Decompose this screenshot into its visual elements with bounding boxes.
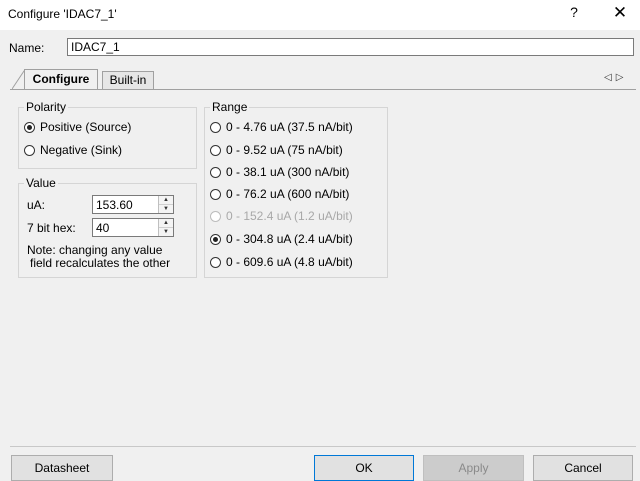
range-option-1[interactable]: 0 - 4.76 uA (37.5 nA/bit) (210, 120, 353, 134)
arrow-left-icon[interactable]: ◁ (604, 72, 616, 83)
hex-stepper[interactable]: ▲ ▼ (92, 218, 174, 237)
cancel-button[interactable]: Cancel (533, 455, 633, 481)
polarity-group (18, 107, 197, 169)
range-option-label: 0 - 304.8 uA (2.4 uA/bit) (226, 232, 353, 246)
radio-unselected[interactable] (210, 166, 221, 178)
spin-up-icon[interactable]: ▲ (159, 219, 173, 228)
range-option-label: 0 - 152.4 uA (1.2 uA/bit) (226, 209, 353, 223)
close-icon[interactable]: ✕ (609, 3, 631, 25)
radio-selected[interactable] (210, 233, 221, 245)
ok-button[interactable]: OK (314, 455, 414, 481)
range-option-6[interactable]: 0 - 304.8 uA (2.4 uA/bit) (210, 232, 353, 246)
radio-selected[interactable] (24, 121, 35, 133)
apply-button[interactable]: Apply (423, 455, 524, 481)
range-option-5-disabled: 0 - 152.4 uA (1.2 uA/bit) (210, 209, 353, 223)
range-option-7[interactable]: 0 - 609.6 uA (4.8 uA/bit) (210, 255, 353, 269)
spin-down-icon[interactable]: ▼ (159, 205, 173, 213)
value-legend: Value (24, 176, 58, 190)
name-label: Name: (9, 41, 45, 55)
datasheet-button[interactable]: Datasheet (11, 455, 113, 481)
hex-input[interactable] (93, 219, 158, 236)
range-option-label: 0 - 609.6 uA (4.8 uA/bit) (226, 255, 353, 269)
radio-unselected[interactable] (24, 144, 35, 156)
ua-stepper[interactable]: ▲ ▼ (92, 195, 174, 214)
range-legend: Range (210, 100, 250, 114)
hex-spin-buttons[interactable]: ▲ ▼ (158, 219, 173, 236)
polarity-legend: Polarity (24, 100, 69, 114)
bottom-separator (10, 446, 636, 447)
range-option-2[interactable]: 0 - 9.52 uA (75 nA/bit) (210, 143, 343, 157)
tab-scroll-arrows[interactable]: ◁▷ (604, 72, 627, 83)
arrow-right-icon[interactable]: ▷ (616, 72, 628, 83)
range-option-label: 0 - 76.2 uA (600 nA/bit) (226, 187, 350, 201)
tab-divider (10, 89, 636, 90)
radio-unselected[interactable] (210, 121, 221, 133)
note-line-2: field recalculates the other (30, 256, 171, 270)
range-option-label: 0 - 9.52 uA (75 nA/bit) (226, 143, 343, 157)
spin-down-icon[interactable]: ▼ (159, 228, 173, 236)
radio-disabled (210, 210, 221, 222)
range-option-4[interactable]: 0 - 76.2 uA (600 nA/bit) (210, 187, 349, 201)
polarity-negative-label: Negative (Sink) (40, 143, 123, 157)
note-line-1: Note: changing any value (27, 243, 163, 257)
window-title: Configure 'IDAC7_1' (8, 7, 117, 21)
tab-configure[interactable]: Configure (24, 69, 98, 89)
range-option-label: 0 - 4.76 uA (37.5 nA/bit) (226, 120, 353, 134)
polarity-option-negative[interactable]: Negative (Sink) (24, 143, 122, 157)
tab-built-in[interactable]: Built-in (102, 71, 154, 89)
name-input[interactable] (67, 38, 634, 56)
ua-input[interactable] (93, 196, 158, 213)
radio-unselected[interactable] (210, 188, 221, 200)
help-button[interactable]: ? (566, 4, 582, 24)
hex-label: 7 bit hex: (27, 221, 76, 235)
ua-spin-buttons[interactable]: ▲ ▼ (158, 196, 173, 213)
ua-label: uA: (27, 198, 46, 212)
radio-unselected[interactable] (210, 144, 221, 156)
range-option-label: 0 - 38.1 uA (300 nA/bit) (226, 165, 350, 179)
spin-up-icon[interactable]: ▲ (159, 196, 173, 205)
range-option-3[interactable]: 0 - 38.1 uA (300 nA/bit) (210, 165, 349, 179)
polarity-positive-label: Positive (Source) (40, 120, 132, 134)
polarity-option-positive[interactable]: Positive (Source) (24, 120, 131, 134)
radio-unselected[interactable] (210, 256, 221, 268)
